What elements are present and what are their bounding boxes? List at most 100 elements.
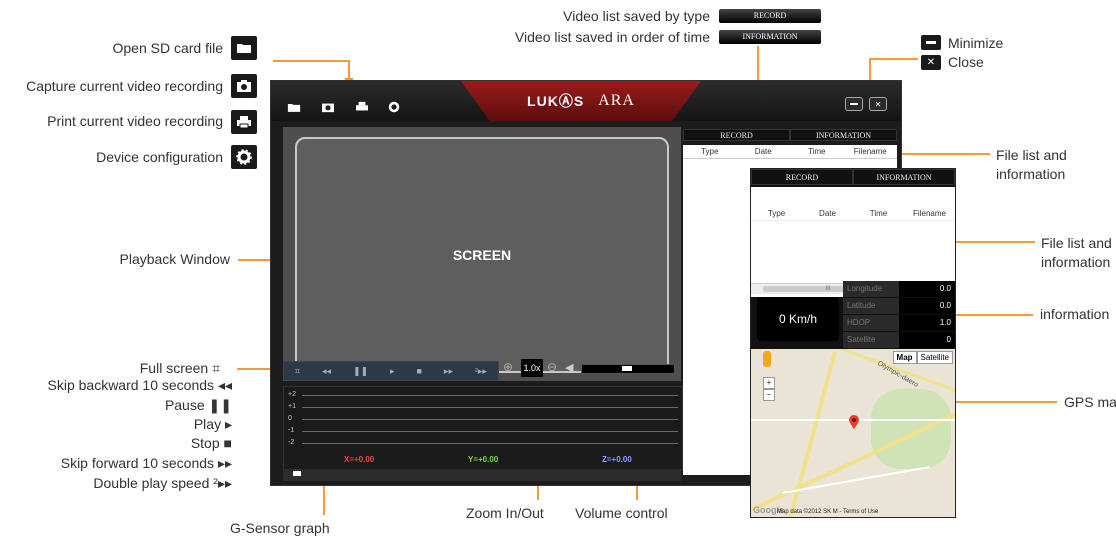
info-row-longitude: Longitude 0.0 <box>843 281 955 297</box>
record-list-bar: RECORD <box>719 9 821 23</box>
double-speed-callout: Double play speed ²▸▸ <box>93 475 232 491</box>
zoom-out-map-icon[interactable]: − <box>763 389 775 401</box>
volume-callout: Volume control <box>575 505 668 521</box>
graph-label: +2 <box>288 391 296 398</box>
full-screen-icon: ⌗ <box>212 360 220 376</box>
panel-tab-record[interactable]: RECORD <box>751 169 853 185</box>
satellite-button[interactable]: Satellite <box>916 351 953 364</box>
skip-fwd-callout: Skip forward 10 seconds ▸▸ <box>60 455 232 471</box>
gsensor-graph: +2 +1 0 -1 -2 X=+0.00 Y=+0.00 Z=+0.00 <box>283 386 683 470</box>
graph-gridline <box>302 407 678 408</box>
open-folder-button[interactable] <box>287 101 301 113</box>
file-list-callout-2: File list and information <box>1041 235 1112 270</box>
graph-gridline <box>302 431 678 432</box>
panel-tab-information[interactable]: INFORMATION <box>853 169 955 185</box>
information-list-bar: INFORMATION <box>719 30 821 44</box>
panel-column-date[interactable]: Date <box>802 209 853 218</box>
zoom-in-map-icon[interactable]: + <box>763 377 775 389</box>
camera-icon <box>231 74 257 98</box>
settings-button[interactable] <box>387 101 401 113</box>
timeline-knob[interactable] <box>293 471 301 476</box>
full-screen-button[interactable]: ⌗ <box>295 366 300 377</box>
graph-gridline <box>302 443 678 444</box>
capture-callout: Capture current video recording <box>26 78 223 94</box>
print-icon <box>231 110 257 134</box>
close-icon: ✕ <box>921 55 941 70</box>
info-panel-zoom: RECORD INFORMATION Type Date Time Filena… <box>750 168 956 518</box>
zoom-in-icon[interactable]: ⊕ <box>503 360 513 374</box>
rewind-icon: ◂◂ <box>217 377 232 393</box>
panel-column-type[interactable]: Type <box>751 209 802 218</box>
gsensor-callout: G-Sensor graph <box>230 520 330 536</box>
skip-back-callout: Skip backward 10 seconds ◂◂ <box>47 377 233 393</box>
speed-readout: 0 Km/h <box>757 297 839 341</box>
column-type[interactable]: Type <box>683 147 737 156</box>
config-callout: Device configuration <box>96 149 223 165</box>
list-time-callout: Video list saved in order of time <box>514 29 710 45</box>
column-filename[interactable]: Filename <box>844 147 898 156</box>
map-pin-icon <box>849 415 859 429</box>
open-sd-callout: Open SD card file <box>112 40 224 56</box>
minimize-button[interactable] <box>845 97 863 111</box>
x-value: X=+0.00 <box>344 455 375 464</box>
info-row-latitude: Latitude 0.0 <box>843 298 955 314</box>
screen-label: SCREEN <box>452 247 512 263</box>
y-value: Y=+0.00 <box>468 455 499 464</box>
graph-label: -1 <box>288 427 295 434</box>
gear-icon <box>231 145 257 169</box>
map-park <box>871 389 951 469</box>
gps-map-callout: GPS map <box>1064 394 1116 410</box>
stop-button[interactable]: ■ <box>417 366 422 376</box>
info-row-hdop: HDOP 1.0 <box>843 315 955 331</box>
minimize-callout: Minimize <box>948 35 1004 51</box>
tab-information[interactable]: INFORMATION <box>790 129 897 141</box>
list-tabs: RECORD INFORMATION <box>683 129 897 141</box>
minimize-icon <box>921 35 941 50</box>
playback-window[interactable]: SCREEN <box>295 137 669 373</box>
playback-controls: ⌗ ◂◂ ❚❚ ▸ ■ ▸▸ ²▸▸ <box>283 361 499 381</box>
full-screen-callout: Full screen ⌗ <box>139 360 220 376</box>
graph-gridline <box>302 419 678 420</box>
close-button[interactable]: ✕ <box>869 97 887 111</box>
file-list-header: Type Date Time Filename <box>683 145 897 159</box>
skip-forward-button[interactable]: ▸▸ <box>444 366 453 377</box>
map-road <box>789 351 837 517</box>
print-callout: Print current video recording <box>47 113 223 129</box>
double-speed-icon: ²▸▸ <box>213 475 232 491</box>
zoom-out-icon[interactable]: ⊖ <box>547 360 557 374</box>
panel-column-time[interactable]: Time <box>853 209 904 218</box>
panel-column-filename[interactable]: Filename <box>904 209 955 218</box>
graph-label: +1 <box>288 403 296 410</box>
map-type-buttons: Map Satellite <box>892 351 953 364</box>
play-icon: ▸ <box>224 416 232 432</box>
information-callout: information <box>1040 306 1110 322</box>
column-date[interactable]: Date <box>737 147 791 156</box>
timeline-bar[interactable] <box>283 469 681 481</box>
capture-button[interactable] <box>321 101 335 113</box>
skip-back-button[interactable]: ◂◂ <box>322 366 331 377</box>
z-value: Z=+0.00 <box>602 455 632 464</box>
pegman-icon[interactable] <box>763 351 771 367</box>
tab-record[interactable]: RECORD <box>683 129 790 141</box>
volume-slider[interactable] <box>581 364 675 374</box>
pause-icon: ❚❚ <box>208 397 232 413</box>
map-attribution[interactable]: Map data ©2012 SK M - Terms of Use <box>777 509 878 515</box>
double-speed-button[interactable]: ²▸▸ <box>475 366 487 377</box>
graph-label: 0 <box>288 415 292 422</box>
graph-gridline <box>302 395 678 396</box>
map-button[interactable]: Map <box>892 351 917 364</box>
info-row-satellite: Satellite 0 <box>843 332 955 348</box>
pause-callout: Pause ❚❚ <box>164 397 232 413</box>
stop-callout: Stop ■ <box>190 435 232 451</box>
pause-button[interactable]: ❚❚ <box>353 366 368 377</box>
brand-logo: LUKⒶS ARA <box>461 81 701 121</box>
title-bar: LUKⒶS ARA ✕ <box>271 81 901 121</box>
play-button[interactable]: ▸ <box>390 366 395 377</box>
file-list-callout-1: File list and information <box>996 147 1067 182</box>
playback-callout: Playback Window <box>119 251 231 267</box>
column-time[interactable]: Time <box>790 147 844 156</box>
print-button[interactable] <box>355 101 369 113</box>
gps-map[interactable]: Olympic-daero + − Map Satellite Google M… <box>751 349 955 517</box>
volume-knob[interactable] <box>622 366 632 371</box>
panel-tabs: RECORD INFORMATION <box>751 169 955 185</box>
